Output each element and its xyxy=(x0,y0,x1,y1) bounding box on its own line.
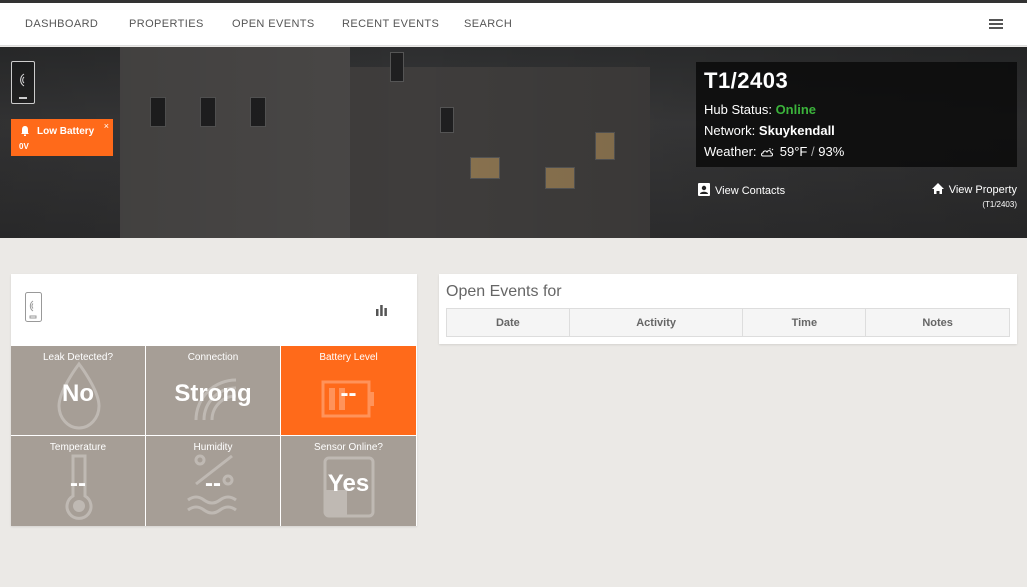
hub-status-row: Hub Status: Online xyxy=(704,102,816,117)
sensor-device-icon xyxy=(25,292,42,322)
tile-sensor-online: Sensor Online? Yes xyxy=(281,436,416,526)
tile-label: Connection xyxy=(187,352,239,363)
network-label: Network: xyxy=(704,123,756,138)
column-date[interactable]: Date xyxy=(446,308,570,337)
alert-value: 0V xyxy=(19,142,29,151)
tile-leak-detected: Leak Detected? No xyxy=(11,346,146,436)
column-notes[interactable]: Notes xyxy=(865,308,1010,337)
low-battery-alert[interactable]: Low Battery 0V × xyxy=(11,119,113,156)
tile-label: Battery Level xyxy=(319,352,378,363)
device-base xyxy=(19,97,27,99)
nav-properties[interactable]: PROPERTIES xyxy=(129,18,204,30)
tile-value: Strong xyxy=(174,380,252,407)
signal-icon xyxy=(20,73,25,87)
alarm-icon xyxy=(21,126,29,136)
tile-temperature: Temperature -- xyxy=(11,436,146,526)
contacts-icon xyxy=(698,183,710,196)
alert-title: Low Battery xyxy=(37,126,95,137)
tile-label: Leak Detected? xyxy=(42,352,114,363)
column-time[interactable]: Time xyxy=(742,308,867,337)
home-icon xyxy=(931,183,944,194)
nav-dashboard[interactable]: DASHBOARD xyxy=(25,18,98,30)
tile-label: Sensor Online? xyxy=(314,442,383,453)
view-contacts-label: View Contacts xyxy=(715,185,786,197)
menu-icon[interactable] xyxy=(989,19,1003,29)
hub-id: T1/2403 xyxy=(704,68,789,93)
close-icon[interactable]: × xyxy=(104,121,109,131)
view-property-link[interactable]: View Property xyxy=(931,182,1017,196)
bar-chart-icon[interactable] xyxy=(375,304,388,316)
partly-cloudy-icon xyxy=(761,148,774,157)
table-header-row: Date Activity Time Notes xyxy=(446,308,1010,337)
events-table: Date Activity Time Notes xyxy=(446,308,1010,337)
tile-value: -- xyxy=(205,470,221,497)
tile-battery-level: Battery Level -- xyxy=(281,346,416,436)
tile-humidity: Humidity -- xyxy=(146,436,281,526)
tile-connection: Connection Strong xyxy=(146,346,281,436)
hub-info-panel: T1/2403 Hub Status: Online Network: Skuy… xyxy=(696,62,1017,167)
network-row: Network: Skuykendall xyxy=(704,123,835,138)
network-value: Skuykendall xyxy=(758,123,835,138)
hub-status-label: Hub Status: xyxy=(704,102,772,117)
hero-banner: Low Battery 0V × T1/2403 Hub Status: Onl… xyxy=(0,47,1027,238)
tile-value: -- xyxy=(70,470,86,497)
column-activity[interactable]: Activity xyxy=(568,308,744,337)
tile-label: Temperature xyxy=(49,442,107,453)
device-thumbnail[interactable] xyxy=(11,61,35,104)
tile-value: No xyxy=(62,380,94,407)
sensor-tiles: Leak Detected? No Connection Strong Batt… xyxy=(11,346,417,526)
weather-humidity: 93% xyxy=(818,144,845,159)
hub-status-value: Online xyxy=(775,102,817,117)
top-navbar: DASHBOARD PROPERTIES OPEN EVENTS RECENT … xyxy=(0,3,1027,46)
tile-label: Humidity xyxy=(193,442,233,453)
nav-open-events[interactable]: OPEN EVENTS xyxy=(232,18,315,30)
open-events-card: Open Events for Date Activity Time Notes xyxy=(439,274,1017,344)
tile-value: Yes xyxy=(327,470,370,497)
weather-separator: / xyxy=(811,144,815,159)
property-id-sub: (T1/2403) xyxy=(982,200,1017,209)
sensor-card: Leak Detected? No Connection Strong Batt… xyxy=(11,274,417,526)
weather-temp: 59°F xyxy=(779,144,808,159)
nav-search[interactable]: SEARCH xyxy=(464,18,512,30)
weather-label: Weather: xyxy=(704,144,757,159)
nav-recent-events[interactable]: RECENT EVENTS xyxy=(342,18,439,30)
open-events-title: Open Events for xyxy=(446,283,562,300)
view-property-label: View Property xyxy=(948,184,1017,196)
view-contacts-link[interactable]: View Contacts xyxy=(697,182,785,197)
weather-row: Weather: 59°F / 93% xyxy=(704,144,844,159)
tile-value: -- xyxy=(340,380,357,407)
